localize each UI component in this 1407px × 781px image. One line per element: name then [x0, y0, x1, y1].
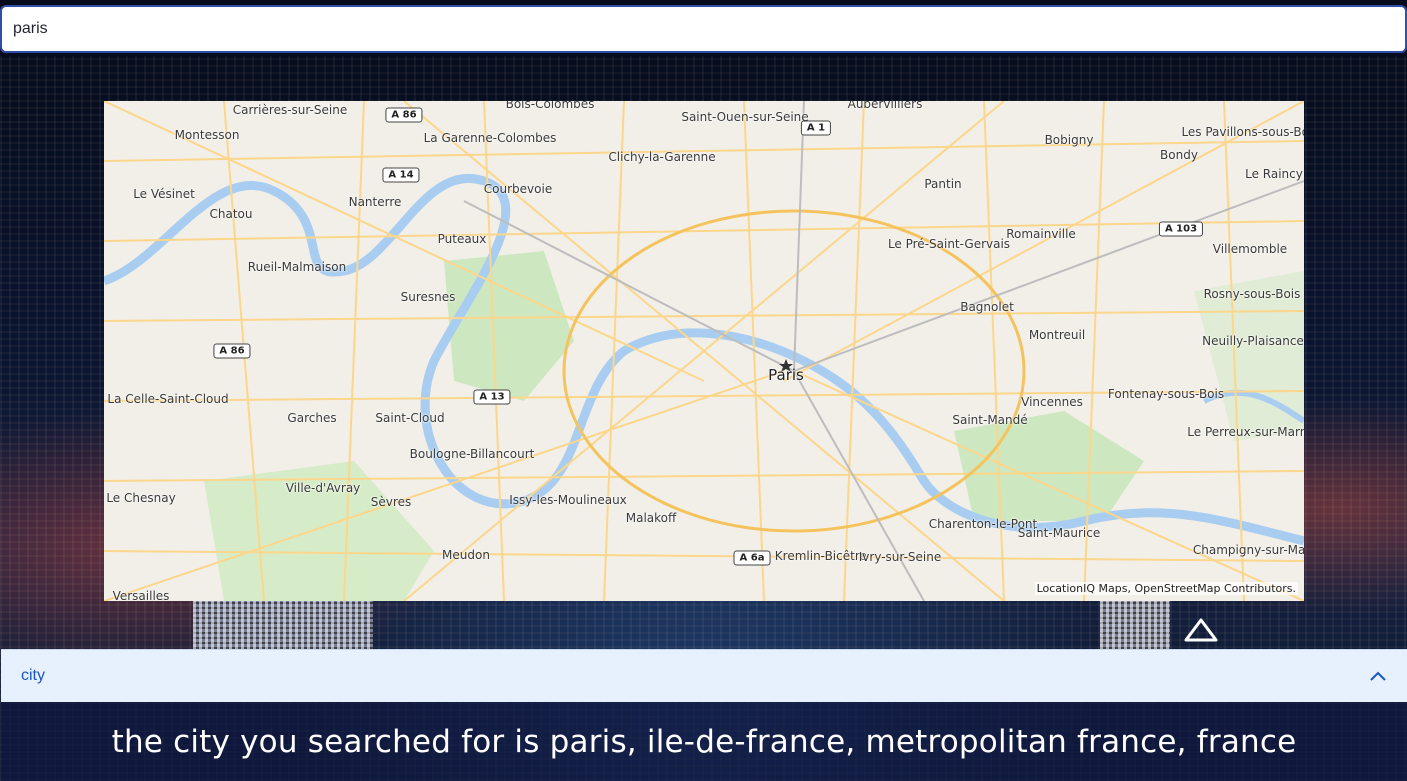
map-place-label: Issy-les-Moulineaux [509, 493, 627, 507]
map-place-label: Ville-d'Avray [285, 481, 361, 495]
map-place-label: Malakoff [625, 511, 677, 525]
map-place-label: Pantin [924, 177, 962, 191]
map-canvas[interactable] [104, 101, 1304, 601]
map-place-label: Aubervilliers [847, 101, 923, 111]
map-place-label: Fontenay-sous-Bois [1107, 387, 1225, 401]
map-place-label: La Celle-Saint-Cloud [107, 392, 229, 406]
map-place-label: Nanterre [348, 195, 402, 209]
map-place-label: Carrières-sur-Seine [232, 103, 348, 117]
map-place-label: Le Raincy [1245, 167, 1303, 181]
road-shield: A 103 [1158, 221, 1204, 237]
accordion-title: city [21, 667, 45, 684]
map-place-label: Saint-Ouen-sur-Seine [681, 110, 809, 124]
map-place-label: Boulogne-Billancourt [409, 447, 535, 461]
park-area [954, 411, 1144, 521]
map-place-label: Bois-Colombes [505, 101, 595, 111]
map-place-label: Puteaux [437, 232, 487, 246]
road-shield: A 1 [800, 120, 832, 136]
map-place-label: Neuilly-Plaisance [1202, 334, 1304, 348]
park-area [444, 251, 574, 401]
city-accordion-header[interactable]: city [1, 649, 1407, 702]
map-place-label: Le Perreux-sur-Marne [1187, 425, 1304, 439]
map-place-label: Clichy-la-Garenne [608, 150, 716, 164]
road-shield: A 14 [382, 167, 420, 183]
warning-icon [1184, 618, 1218, 642]
map-place-label: Le Vésinet [133, 187, 195, 201]
map-place-label: Saint-Mandé [952, 413, 1028, 427]
map-place-label: Romainville [1006, 227, 1076, 241]
result-panel: the city you searched for is paris, ile-… [1, 702, 1407, 781]
map-place-label: Montreuil [1028, 328, 1086, 342]
search-input[interactable] [0, 5, 1407, 53]
map-place-label: Courbevoie [483, 182, 553, 196]
map-place-label: Garches [287, 411, 337, 425]
map-place-label: Bondy [1160, 148, 1198, 162]
rail-lines [463, 101, 1304, 601]
map-place-label: Saint-Maurice [1017, 526, 1101, 540]
map-place-label: Ivry-sur-Seine [858, 550, 942, 564]
map-place-label: Champigny-sur-Marne [1192, 543, 1304, 557]
road-shield: A 6a [733, 550, 771, 566]
map-place-label: Le Pré-Saint-Gervais [887, 237, 1011, 251]
chevron-up-icon[interactable] [1369, 670, 1387, 682]
map-place-label: Versailles [112, 589, 170, 601]
map-place-label: Sèvres [370, 495, 412, 509]
map-place-label: Montesson [174, 128, 240, 142]
map-attribution[interactable]: LocationIQ Maps, OpenStreetMap Contribut… [1034, 582, 1298, 595]
road-shield: A 86 [213, 343, 251, 359]
map-place-label: Rueil-Malmaison [247, 260, 347, 274]
map-place-label: Meudon [442, 548, 490, 562]
map-place-label: Saint-Cloud [375, 411, 445, 425]
map-place-label: Bobigny [1044, 133, 1094, 147]
map-place-label: Le Kremlin-Bicêtre [757, 549, 867, 563]
map[interactable]: Carrières-sur-Seine Bois-Colombes Saint-… [104, 101, 1304, 601]
background-building [193, 601, 373, 649]
map-place-label: Les Pavillons-sous-Bois [1181, 125, 1304, 139]
map-place-label: Bagnolet [960, 300, 1014, 314]
result-text: the city you searched for is paris, ile-… [111, 723, 1297, 760]
map-city-label-paris: Paris [768, 366, 804, 384]
map-place-label: Villemomble [1212, 242, 1288, 256]
map-place-label: Le Chesnay [106, 491, 176, 505]
road-shield: A 86 [385, 107, 423, 123]
map-place-label: Chatou [209, 207, 253, 221]
map-place-label: La Garenne-Colombes [423, 131, 557, 145]
map-place-label: Rosny-sous-Bois [1203, 287, 1301, 301]
road-shield: A 13 [473, 389, 511, 405]
background-building [1100, 601, 1170, 649]
map-place-label: Vincennes [1021, 395, 1083, 409]
map-place-label: Suresnes [400, 290, 456, 304]
